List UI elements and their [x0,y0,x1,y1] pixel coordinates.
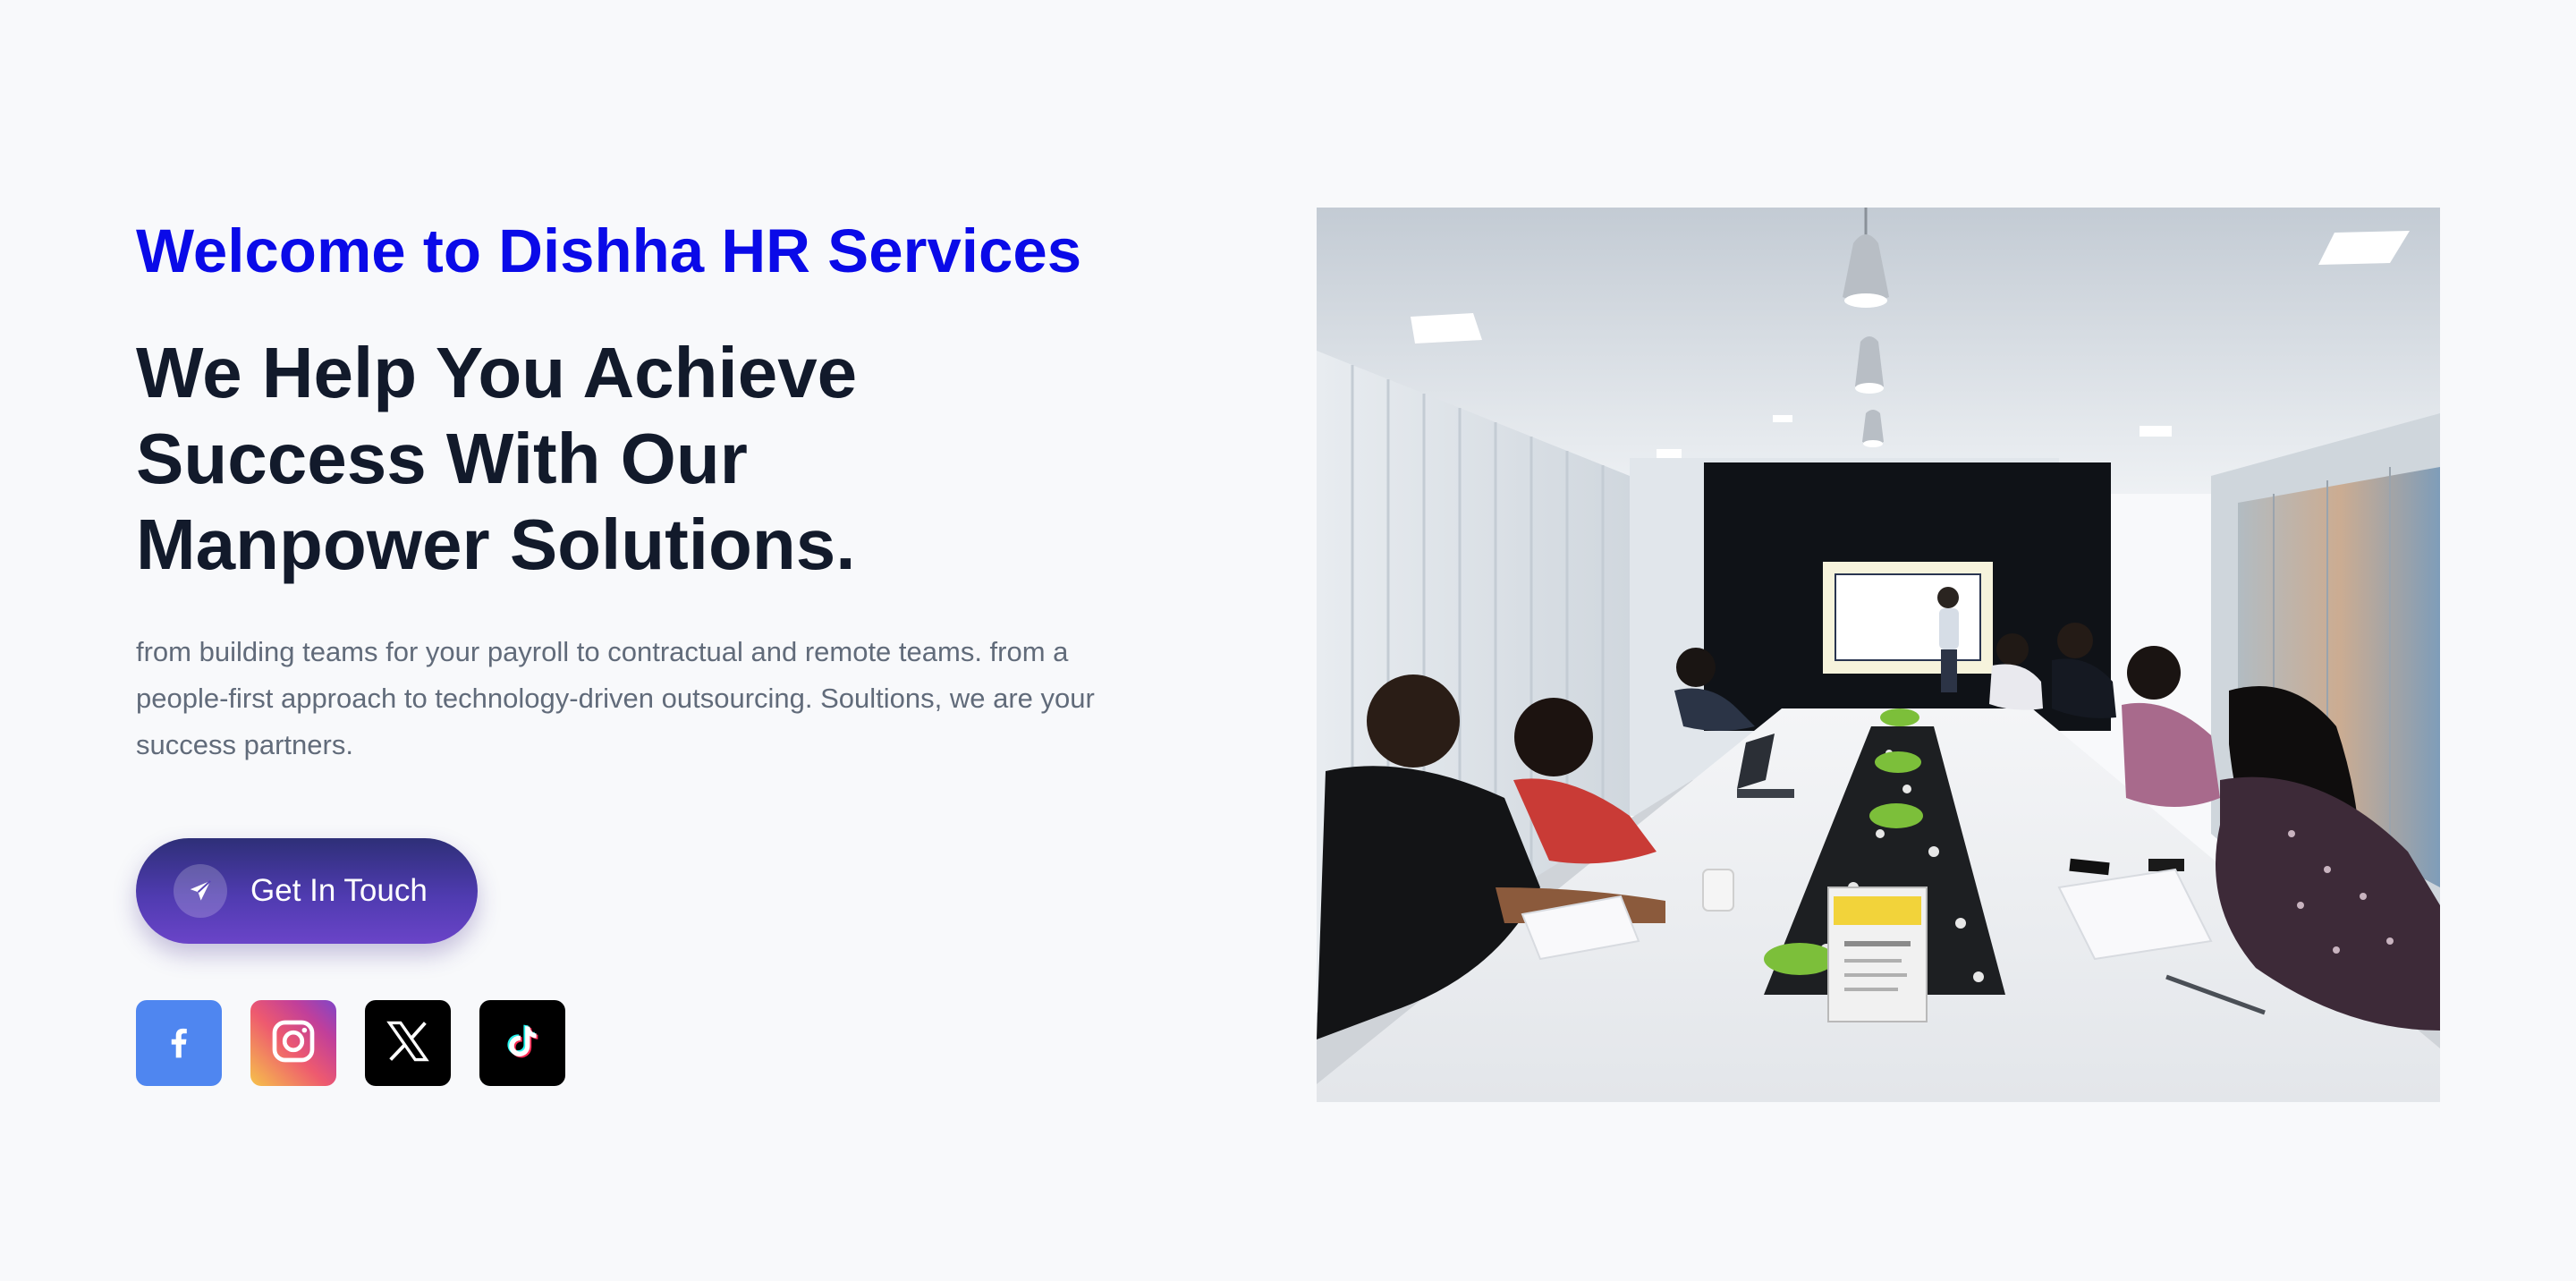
tiktok-icon [501,1020,544,1067]
get-in-touch-label: Get In Touch [250,873,428,908]
get-in-touch-button[interactable]: Get In Touch [136,838,478,944]
welcome-heading: Welcome to Dishha HR Services [136,216,1082,285]
x-icon [382,1015,434,1072]
facebook-icon [159,1022,199,1065]
instagram-link[interactable] [250,1000,336,1086]
hero-text: Welcome to Dishha HR Services We Help Yo… [136,215,1174,768]
facebook-link[interactable] [136,1000,222,1086]
hero-description: from building teams for your payroll to … [136,635,1095,760]
social-links [136,1000,565,1086]
tiktok-link[interactable] [479,1000,565,1086]
hero-headline: We Help You Achieve Success With Our Man… [136,332,858,584]
meeting-room-photo [1317,208,2440,1102]
instagram-icon [268,1016,318,1071]
paper-plane-icon [174,864,227,918]
hero-section: Welcome to Dishha HR Services We Help Yo… [0,0,2576,1281]
x-link[interactable] [365,1000,451,1086]
